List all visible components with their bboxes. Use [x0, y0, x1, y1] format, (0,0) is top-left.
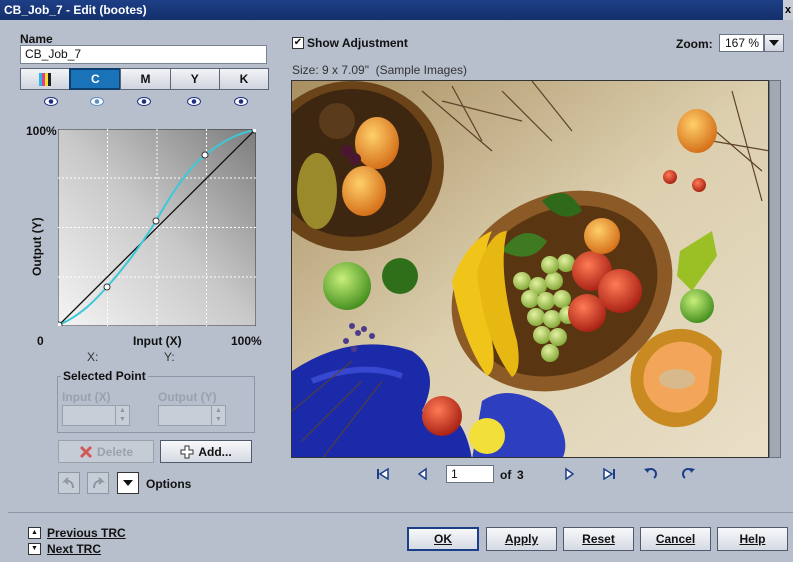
input-x-label: Input (X)	[62, 390, 111, 404]
reset-button-label: Reset	[582, 532, 615, 546]
rotate-right-icon[interactable]	[681, 467, 697, 481]
show-adjustment-label: Show Adjustment	[307, 36, 408, 50]
size-info: Size: 9 x 7.09" (Sample Images)	[292, 63, 468, 77]
zoom-dropdown-button[interactable]	[764, 34, 784, 52]
window-title: CB_Job_7 - Edit (bootes)	[4, 3, 147, 17]
redo-button[interactable]	[87, 472, 109, 494]
options-dropdown-button[interactable]	[117, 472, 139, 494]
delete-x-icon	[79, 445, 93, 458]
tab-cyan-label: C	[90, 72, 100, 86]
next-trc-link[interactable]: Next TRC	[47, 542, 101, 556]
tab-magenta[interactable]: M	[120, 68, 171, 90]
channel-tabs: C M Y K	[20, 68, 270, 90]
chevron-down-icon	[769, 40, 779, 46]
ok-button-label: OK	[434, 532, 452, 546]
undo-button[interactable]	[58, 472, 80, 494]
zoom-label: Zoom:	[676, 37, 713, 51]
graph-x-axis-label: Input (X)	[133, 334, 182, 348]
eye-icon-black[interactable]	[234, 97, 248, 106]
tab-black-label: K	[239, 72, 249, 86]
rotate-left-icon[interactable]	[642, 467, 658, 481]
redo-arrow-icon	[93, 477, 105, 489]
tab-yellow[interactable]: Y	[169, 68, 220, 90]
fruit-still-life-image	[292, 81, 768, 457]
graph-x-max-label: 100%	[231, 334, 262, 348]
add-button-label: Add...	[198, 444, 232, 459]
eye-icon-yellow[interactable]	[187, 97, 201, 106]
next-trc-arrow-icon[interactable]: ▼	[28, 543, 41, 555]
name-input[interactable]: CB_Job_7	[20, 45, 267, 64]
cancel-button[interactable]: Cancel	[640, 527, 711, 551]
previous-page-icon[interactable]	[416, 467, 428, 481]
tab-black[interactable]: K	[218, 68, 270, 90]
chevron-down-icon	[123, 480, 133, 486]
window-titlebar: CB_Job_7 - Edit (bootes) x	[0, 0, 793, 20]
apply-button-label: Apply	[504, 532, 539, 546]
previous-trc-link[interactable]: Previous TRC	[47, 526, 126, 540]
eye-icon-all[interactable]	[44, 97, 58, 106]
ok-button[interactable]: OK	[407, 527, 479, 551]
delete-button-label: Delete	[96, 444, 134, 459]
page-of-label: of	[500, 468, 512, 482]
graph-y-axis-label: Output (Y)	[30, 217, 44, 276]
graph-y-max-label: 100%	[26, 124, 57, 138]
last-page-icon[interactable]	[602, 467, 616, 481]
show-adjustment-checkbox[interactable]: ✔	[292, 37, 304, 49]
output-y-label: Output (Y)	[158, 390, 217, 404]
page-total-label: 3	[517, 468, 524, 482]
output-y-spinner[interactable]: ▲ ▼	[158, 405, 226, 426]
eye-icon-cyan[interactable]	[90, 97, 104, 106]
trc-curve-graph[interactable]	[58, 129, 256, 326]
graph-x-min-label: 0	[37, 334, 44, 348]
name-label: Name	[20, 32, 53, 46]
help-button[interactable]: Help	[717, 527, 788, 551]
x-readout-label: X:	[87, 350, 99, 364]
add-button[interactable]: Add...	[160, 440, 252, 463]
preview-vertical-scrollbar[interactable]	[769, 80, 781, 458]
tab-magenta-label: M	[140, 72, 151, 86]
undo-arrow-icon	[62, 477, 74, 489]
selected-point-title: Selected Point	[61, 369, 148, 383]
eye-icon-magenta[interactable]	[137, 97, 151, 106]
y-readout-label: Y:	[164, 350, 175, 364]
reset-button[interactable]: Reset	[563, 527, 634, 551]
spinner-arrows-icon[interactable]: ▲ ▼	[211, 406, 225, 425]
cancel-button-label: Cancel	[655, 532, 696, 546]
input-x-spinner[interactable]: ▲ ▼	[62, 405, 130, 426]
preview-image[interactable]	[291, 80, 769, 458]
tab-cyan[interactable]: C	[69, 68, 122, 90]
previous-trc-arrow-icon[interactable]: ▲	[28, 527, 41, 539]
color-swatch-icon	[39, 72, 52, 86]
apply-button[interactable]: Apply	[486, 527, 557, 551]
options-label: Options	[146, 477, 192, 491]
tab-all-channels[interactable]	[20, 68, 71, 90]
zoom-select[interactable]: 167 %	[719, 34, 764, 52]
first-page-icon[interactable]	[376, 467, 390, 481]
page-number-input[interactable]: 1	[446, 465, 494, 483]
spinner-arrows-icon[interactable]: ▲ ▼	[115, 406, 129, 425]
next-page-icon[interactable]	[564, 467, 576, 481]
help-button-label: Help	[739, 532, 766, 546]
delete-button[interactable]: Delete	[58, 440, 154, 463]
footer-divider	[8, 512, 793, 513]
tab-yellow-label: Y	[190, 72, 199, 86]
add-plus-icon	[180, 445, 194, 458]
close-icon[interactable]: x	[783, 0, 793, 20]
